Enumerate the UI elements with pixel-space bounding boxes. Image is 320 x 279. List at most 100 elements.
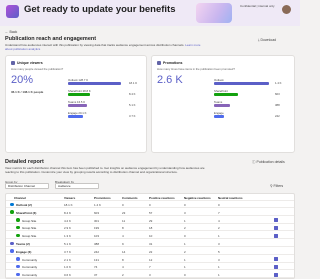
promotions-icon xyxy=(157,61,161,65)
channel-cell: Group Site xyxy=(22,234,37,239)
viewers-cell: 18.1 K xyxy=(64,203,73,207)
viewers-cell: 1.3 K xyxy=(64,234,72,239)
neutral-cell: 5 xyxy=(218,249,220,254)
channel-bar xyxy=(214,82,270,85)
site-icon xyxy=(16,272,20,277)
site-icon xyxy=(16,233,20,238)
detailed-report-table: Channel Viewers Promotions Comments Positive… xyxy=(5,193,295,279)
site-icon xyxy=(16,264,20,269)
table-row[interactable]: Group Site 4.2 K 301 11 29 1 4 xyxy=(6,217,294,224)
report-title: Detailed report xyxy=(5,159,44,165)
viewers-cell: 0.6 K xyxy=(64,273,72,278)
channel-cell: Community xyxy=(22,257,38,262)
avatar[interactable] xyxy=(282,5,291,14)
column-header[interactable]: Positive reactions xyxy=(149,196,175,200)
group-by-select[interactable]: Distribution Channel xyxy=(5,183,49,189)
publication-section-title: Publication reach and engagement xyxy=(5,36,97,42)
channel-cell: Engage (3) xyxy=(16,249,32,254)
channel-cell: Community xyxy=(22,265,38,270)
table-row[interactable]: Outlook (2) 18.1 K 1.4 K 0 0 0 0 xyxy=(6,201,294,208)
table-row[interactable]: Teams (2) 5.1 K 388 9 31 1 3 xyxy=(6,240,294,247)
open-item-icon[interactable] xyxy=(274,233,278,238)
comments-cell: 4 xyxy=(122,234,124,239)
comments-cell: 8 xyxy=(122,226,124,231)
filters-label: Filters xyxy=(273,184,284,188)
comments-cell: 23 xyxy=(122,210,126,215)
publication-description: Understand how audiences interact with t… xyxy=(5,43,205,51)
channel-bar-value: 1.4 K xyxy=(275,81,282,85)
promotions-cell: 37 xyxy=(94,273,98,278)
user-name: Confidential | internal only xyxy=(240,4,275,8)
positive-cell: 0 xyxy=(149,203,151,207)
positive-cell: 31 xyxy=(149,242,153,246)
open-item-icon[interactable] xyxy=(274,218,278,223)
neutral-cell: 3 xyxy=(218,242,220,246)
promotions-total: 2.6 K xyxy=(157,74,183,86)
promotions-card: Promotions How many times have items in … xyxy=(151,55,295,153)
page-title: Get ready to update your benefits xyxy=(24,4,176,15)
channel-icon xyxy=(10,249,14,253)
table-header: Channel Viewers Promotions Comments Positive… xyxy=(6,194,294,201)
publication-details-button[interactable]: ⓘ Publication details xyxy=(252,160,285,165)
negative-cell: 1 xyxy=(184,257,186,262)
viewers-cell: 5.1 K xyxy=(64,242,72,246)
neutral-cell: 2 xyxy=(218,226,220,231)
open-item-icon[interactable] xyxy=(274,264,278,269)
column-header[interactable]: Comments xyxy=(122,196,138,200)
table-row[interactable]: Community 1.0 K 74 4 7 1 1 xyxy=(6,263,294,271)
table-row[interactable]: Group Site 1.3 K 103 4 10 0 1 xyxy=(6,232,294,240)
neutral-cell: 0 xyxy=(218,203,220,207)
channel-bar-value: 242 xyxy=(275,114,280,118)
column-header[interactable]: Negative reactions xyxy=(184,196,211,200)
site-icon xyxy=(16,257,20,261)
positive-cell: 7 xyxy=(149,265,151,270)
promotions-card-title: Promotions xyxy=(163,61,183,65)
filters-button[interactable]: ⚲ Filters xyxy=(270,184,283,188)
viewers-cell: 1.0 K xyxy=(64,265,72,270)
promotions-cell: 74 xyxy=(94,265,98,270)
channel-bar-value: 8.4 K xyxy=(129,92,136,96)
viewers-card-title: Unique viewers xyxy=(17,61,43,65)
column-header[interactable]: Channel xyxy=(14,196,26,200)
promotions-cell: 199 xyxy=(94,226,100,231)
channel-bar xyxy=(68,115,84,118)
report-description: View metrics for each distribution chann… xyxy=(5,166,205,174)
open-item-icon[interactable] xyxy=(274,257,278,262)
comments-cell: 9 xyxy=(122,242,124,246)
table-row[interactable]: Community 2.1 K 131 8 12 1 3 xyxy=(6,256,294,263)
breakdown-select[interactable]: Audience xyxy=(55,183,99,189)
table-row[interactable]: SharePoint (3) 8.4 K 603 23 57 3 7 xyxy=(6,209,294,216)
table-row[interactable]: Group Site 2.9 K 199 8 18 2 2 xyxy=(6,224,294,232)
column-header[interactable]: Neutral reactions xyxy=(218,196,243,200)
promotions-cell: 388 xyxy=(94,242,100,246)
channel-bar-value: 18.1 K xyxy=(129,81,138,85)
open-item-icon[interactable] xyxy=(274,272,278,277)
column-header[interactable]: Viewers xyxy=(64,196,75,200)
comments-cell: 2 xyxy=(122,273,124,278)
channel-cell: SharePoint (3) xyxy=(16,210,37,215)
comments-cell: 4 xyxy=(122,265,124,270)
channel-bar xyxy=(214,115,225,118)
channel-bar xyxy=(214,93,239,96)
channel-bar xyxy=(68,93,91,96)
channel-bar xyxy=(68,104,87,107)
channel-bar-value: 3.7 K xyxy=(129,114,136,118)
negative-cell: 3 xyxy=(184,210,186,215)
positive-cell: 12 xyxy=(149,257,153,262)
neutral-cell: 1 xyxy=(218,265,220,270)
column-header[interactable]: Promotions xyxy=(94,196,111,200)
channel-bar-value: 388 xyxy=(275,103,280,107)
viewers-cell: 2.9 K xyxy=(64,226,72,231)
breakdown-value: Audience xyxy=(58,184,71,188)
channel-icon xyxy=(10,210,14,214)
positive-cell: 29 xyxy=(149,218,153,223)
table-row[interactable]: Engage (3) 3.7 K 242 14 22 2 5 xyxy=(6,248,294,255)
download-button[interactable]: ⤓ Download xyxy=(258,38,276,42)
open-item-icon[interactable] xyxy=(274,225,278,230)
table-row[interactable]: Community 0.6 K 37 2 3 0 1 xyxy=(6,271,294,278)
positive-cell: 3 xyxy=(149,273,151,278)
publication-details-label: Publication details xyxy=(256,160,285,164)
app-header: Get ready to update your benefits Confid… xyxy=(0,0,300,26)
negative-cell: 1 xyxy=(184,218,186,223)
back-button[interactable]: ← Back xyxy=(5,30,17,34)
